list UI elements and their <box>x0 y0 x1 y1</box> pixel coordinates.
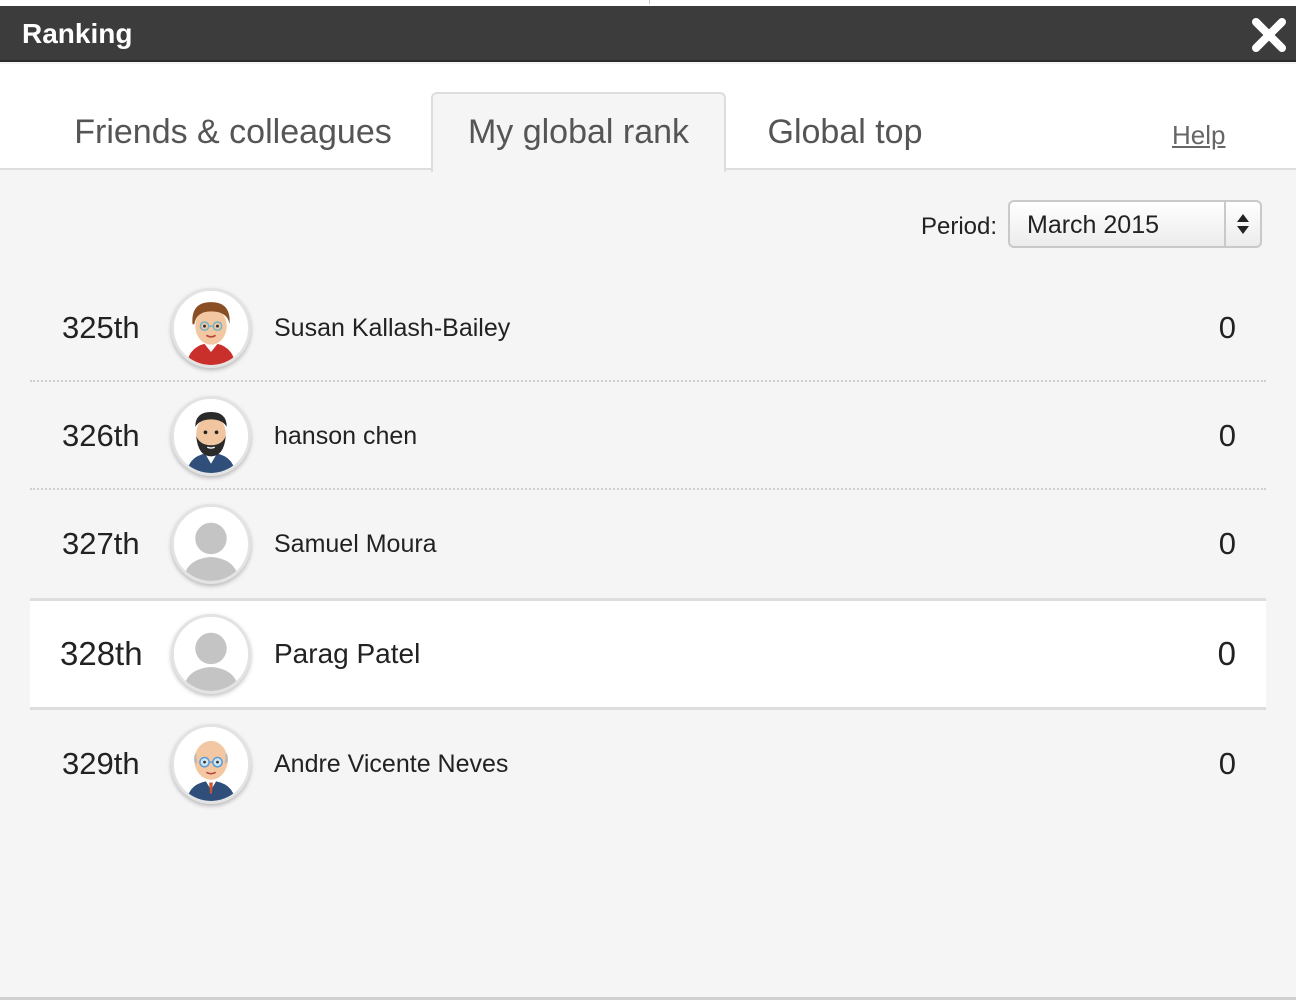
rank-position: 328th <box>60 635 143 672</box>
ranking-dialog: Ranking Friends & colleagues My global r… <box>0 6 1296 1000</box>
user-name[interactable]: Parag Patel <box>274 637 420 671</box>
period-select[interactable]: March 2015 <box>1008 200 1262 248</box>
female-avatar-icon <box>171 288 251 368</box>
top-divider-tick <box>649 0 650 4</box>
default-user-icon <box>171 504 251 584</box>
user-name[interactable]: Samuel Moura <box>274 527 437 561</box>
ranking-row[interactable]: 325th Susan Kallash-Bailey 0 <box>30 274 1266 382</box>
ranking-row-current-user[interactable]: 328th Parag Patel 0 <box>30 598 1266 710</box>
select-divider <box>1224 202 1226 246</box>
default-user-icon <box>171 614 251 694</box>
bearded-man-avatar-icon <box>171 396 251 476</box>
rank-position: 327th <box>62 526 140 561</box>
rank-position: 325th <box>62 310 140 345</box>
user-score: 0 <box>1218 746 1236 781</box>
dialog-titlebar: Ranking <box>0 6 1296 62</box>
user-score: 0 <box>1218 310 1236 345</box>
ranking-row[interactable]: 329th Andre Vicente Neves 0 <box>30 710 1266 818</box>
user-score: 0 <box>1218 418 1236 453</box>
user-name[interactable]: hanson chen <box>274 419 417 453</box>
period-label: Period: <box>921 213 998 240</box>
tab-my-global-rank[interactable]: My global rank <box>431 92 726 172</box>
user-score: 0 <box>1217 635 1236 672</box>
help-link[interactable]: Help <box>1172 120 1225 151</box>
close-button[interactable] <box>1250 16 1288 54</box>
rank-position: 326th <box>62 418 140 453</box>
ranking-row[interactable]: 327th Samuel Moura 0 <box>30 490 1266 598</box>
user-score: 0 <box>1218 526 1236 561</box>
bald-man-glasses-avatar-icon <box>171 724 251 804</box>
user-name[interactable]: Andre Vicente Neves <box>274 747 508 781</box>
ranking-row[interactable]: 326th hanson chen 0 <box>30 382 1266 490</box>
user-name[interactable]: Susan Kallash-Bailey <box>274 311 510 345</box>
tab-friends-colleagues[interactable]: Friends & colleagues <box>52 92 414 172</box>
dialog-title: Ranking <box>22 18 133 49</box>
rank-position: 329th <box>62 746 140 781</box>
up-down-arrows-icon <box>1237 214 1249 234</box>
tab-global-top[interactable]: Global top <box>745 92 945 172</box>
period-selected-value: March 2015 <box>1027 211 1160 239</box>
close-icon <box>1252 18 1286 52</box>
tab-bar: Friends & colleagues My global rank Glob… <box>0 64 1296 172</box>
